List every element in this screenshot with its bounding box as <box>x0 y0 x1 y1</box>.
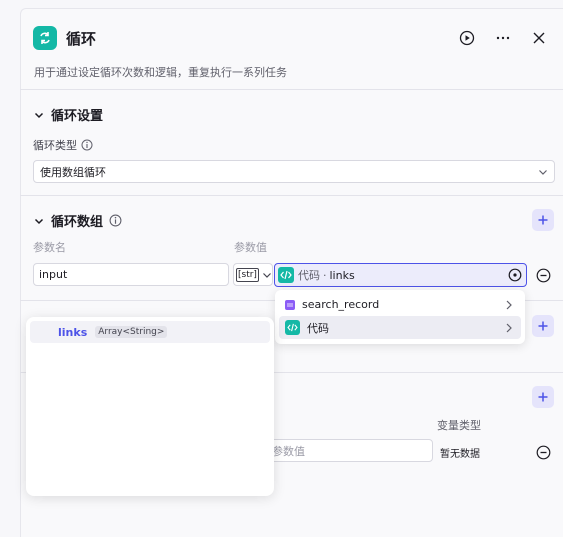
loop-type-select[interactable]: 使用数组循环 <box>33 160 555 183</box>
loop-type-label-text: 循环类型 <box>33 139 77 152</box>
chevron-down-icon <box>539 170 547 175</box>
variable-type-empty: 暂无数据 <box>440 449 480 460</box>
plus-icon <box>538 392 548 402</box>
database-icon <box>285 299 295 310</box>
param-value-header: 参数值 <box>234 241 267 254</box>
page-title: 循环 <box>66 30 97 48</box>
divider <box>20 195 563 196</box>
variable-type-tag: Array<String> <box>95 326 168 338</box>
chevron-down-icon <box>34 112 44 118</box>
section-title: 循环设置 <box>51 109 104 124</box>
value-type-select[interactable]: [str] <box>233 263 273 286</box>
reference-source: 代码 <box>298 269 320 282</box>
section-loop-array[interactable]: 循环数组 <box>33 211 122 230</box>
dropdown-item-search-record[interactable]: search_record <box>279 293 521 316</box>
variable-item-links[interactable]: links Array<String> <box>30 321 270 343</box>
str-type-tag: [str] <box>236 267 259 282</box>
variable-value-input[interactable]: 参数值 <box>260 439 433 462</box>
divider <box>20 89 563 90</box>
param-name-header: 参数名 <box>33 241 66 254</box>
add-array-button[interactable] <box>532 209 554 231</box>
chevron-right-icon <box>506 300 512 310</box>
plus-icon <box>538 321 548 331</box>
code-icon <box>278 267 294 283</box>
dropdown-item-label: 代码 <box>307 321 329 335</box>
reference-dropdown: search_record 代码 <box>275 290 525 344</box>
minus-circle-icon <box>536 268 550 282</box>
loop-icon <box>33 26 57 50</box>
variable-type-header: 变量类型 <box>437 419 481 432</box>
loop-type-label: 循环类型 <box>33 137 93 153</box>
section-loop-settings[interactable]: 循环设置 <box>33 105 103 124</box>
param-value-reference[interactable]: 代码 · links <box>274 263 527 287</box>
add-variable-button[interactable] <box>532 315 554 337</box>
chevron-down-icon <box>34 218 44 224</box>
param-name-input[interactable]: input <box>33 263 229 286</box>
remove-variable-button[interactable] <box>534 443 552 461</box>
reference-separator: · <box>323 268 327 282</box>
info-icon <box>81 139 93 151</box>
dropdown-item-code[interactable]: 代码 <box>279 316 521 339</box>
variable-name: links <box>58 325 88 339</box>
close-icon[interactable] <box>527 26 551 50</box>
plus-icon <box>538 215 548 225</box>
remove-param-button[interactable] <box>534 266 552 284</box>
dropdown-item-label: search_record <box>302 298 380 311</box>
chevron-down-icon <box>263 272 271 278</box>
node-description: 用于通过设定循环次数和逻辑，重复执行一系列任务 <box>34 66 287 79</box>
reference-field: links <box>329 268 355 282</box>
section-title: 循环数组 <box>51 215 104 230</box>
code-icon <box>285 320 300 335</box>
more-icon[interactable] <box>491 26 515 50</box>
chevron-right-icon <box>506 323 512 333</box>
run-icon[interactable] <box>455 26 479 50</box>
variable-value-placeholder: 参数值 <box>272 444 305 458</box>
minus-circle-icon <box>536 445 550 459</box>
target-icon[interactable] <box>508 268 522 282</box>
add-output-button[interactable] <box>532 386 554 408</box>
info-icon <box>109 214 122 227</box>
loop-type-value: 使用数组循环 <box>40 165 106 179</box>
variable-submenu: links Array<String> <box>26 317 274 496</box>
